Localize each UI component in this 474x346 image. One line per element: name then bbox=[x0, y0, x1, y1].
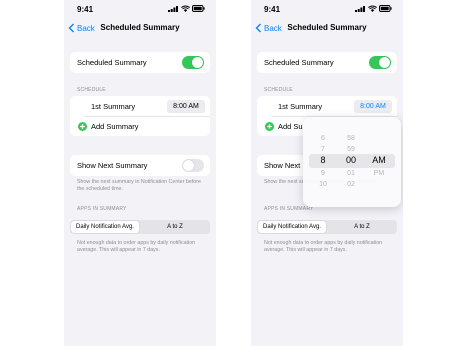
sort-segmented-control: Daily Notification Avg. A to Z bbox=[70, 220, 210, 234]
picker-minute-selected: 00 bbox=[345, 155, 356, 165]
signal-icon bbox=[355, 6, 365, 12]
segment-daily-avg[interactable]: Daily Notification Avg. bbox=[71, 221, 139, 233]
toggle-knob bbox=[379, 57, 390, 68]
summary-time-button[interactable]: 8:00 AM bbox=[167, 100, 205, 113]
picker-minute: 02 bbox=[347, 181, 355, 188]
segment-daily-avg[interactable]: Daily Notification Avg. bbox=[258, 221, 326, 233]
apps-section-header: APPS IN SUMMARY bbox=[264, 206, 314, 212]
navigation-bar: Back Scheduled Summary bbox=[251, 20, 403, 36]
picker-minute: 01 bbox=[347, 170, 355, 177]
summary-row: 1st Summary 8:00 AM bbox=[257, 96, 397, 116]
picker-hour-selected: 8 bbox=[320, 155, 326, 165]
show-next-footer: Show the next summary in Notification Ce… bbox=[77, 179, 201, 192]
status-time: 9:41 bbox=[77, 5, 94, 14]
apps-footer: Not enough data to order apps by daily n… bbox=[264, 240, 383, 253]
scheduled-summary-toggle[interactable] bbox=[182, 56, 204, 69]
segment-a-to-z[interactable]: A to Z bbox=[328, 221, 396, 233]
show-next-label: Show Next bbox=[264, 160, 301, 170]
picker-minute: 59 bbox=[347, 146, 355, 153]
picker-period: PM bbox=[373, 170, 385, 177]
scheduled-summary-label: Scheduled Summary bbox=[77, 57, 147, 67]
toggle-knob bbox=[192, 57, 203, 68]
wifi-icon bbox=[181, 5, 190, 12]
scheduled-summary-label: Scheduled Summary bbox=[264, 57, 334, 67]
time-picker[interactable]: 6 7 8 9 10 58 59 00 01 02 AM PM bbox=[303, 117, 401, 207]
sort-segmented-control: Daily Notification Avg. A to Z bbox=[257, 220, 397, 234]
page-title: Scheduled Summary bbox=[287, 23, 367, 32]
summary-time-button[interactable]: 8:00 AM bbox=[354, 100, 392, 113]
apps-section-header: APPS IN SUMMARY bbox=[77, 206, 127, 212]
summary-label: 1st Summary bbox=[91, 102, 136, 111]
phone-screen-left: 9:41 Back Scheduled Summary Scheduled Su… bbox=[64, 0, 216, 346]
plus-circle-icon bbox=[265, 122, 274, 131]
scheduled-summary-card: Scheduled Summary bbox=[257, 52, 397, 73]
picker-minute: 58 bbox=[347, 135, 355, 142]
add-summary-button[interactable]: Add Summary bbox=[70, 117, 210, 136]
scheduled-summary-toggle[interactable] bbox=[369, 56, 391, 69]
battery-icon bbox=[379, 5, 392, 12]
apps-footer: Not enough data to order apps by daily n… bbox=[77, 240, 196, 253]
wifi-icon bbox=[368, 5, 377, 12]
page-title: Scheduled Summary bbox=[100, 23, 180, 32]
plus-circle-icon bbox=[78, 122, 87, 131]
picker-hour: 7 bbox=[321, 146, 325, 153]
status-time: 9:41 bbox=[264, 5, 281, 14]
segment-a-to-z[interactable]: A to Z bbox=[141, 221, 209, 233]
schedule-section-header: SCHEDULE bbox=[77, 87, 106, 93]
summary-label: 1st Summary bbox=[278, 102, 323, 111]
picker-period-selected: AM bbox=[372, 155, 386, 165]
schedule-card: 1st Summary 8:00 AM Add Summary bbox=[70, 96, 210, 136]
show-next-label: Show Next Summary bbox=[77, 160, 148, 170]
add-summary-label: Add Summary bbox=[91, 122, 139, 131]
status-bar: 9:41 bbox=[75, 5, 205, 15]
picker-hour: 10 bbox=[319, 181, 327, 188]
navigation-bar: Back Scheduled Summary bbox=[64, 20, 216, 36]
status-bar: 9:41 bbox=[262, 5, 392, 15]
add-summary-label: Add Su bbox=[278, 122, 303, 131]
schedule-section-header: SCHEDULE bbox=[264, 87, 293, 93]
picker-hour: 6 bbox=[321, 135, 325, 142]
picker-hour: 9 bbox=[321, 170, 325, 177]
summary-row: 1st Summary 8:00 AM bbox=[70, 96, 210, 116]
battery-icon bbox=[192, 5, 205, 12]
signal-icon bbox=[168, 6, 178, 12]
toggle-knob bbox=[183, 160, 194, 171]
show-next-toggle[interactable] bbox=[182, 159, 204, 172]
show-next-card: Show Next Summary bbox=[70, 155, 210, 176]
scheduled-summary-card: Scheduled Summary bbox=[70, 52, 210, 73]
phone-screen-right: 9:41 Back Scheduled Summary Scheduled Su… bbox=[251, 0, 403, 346]
